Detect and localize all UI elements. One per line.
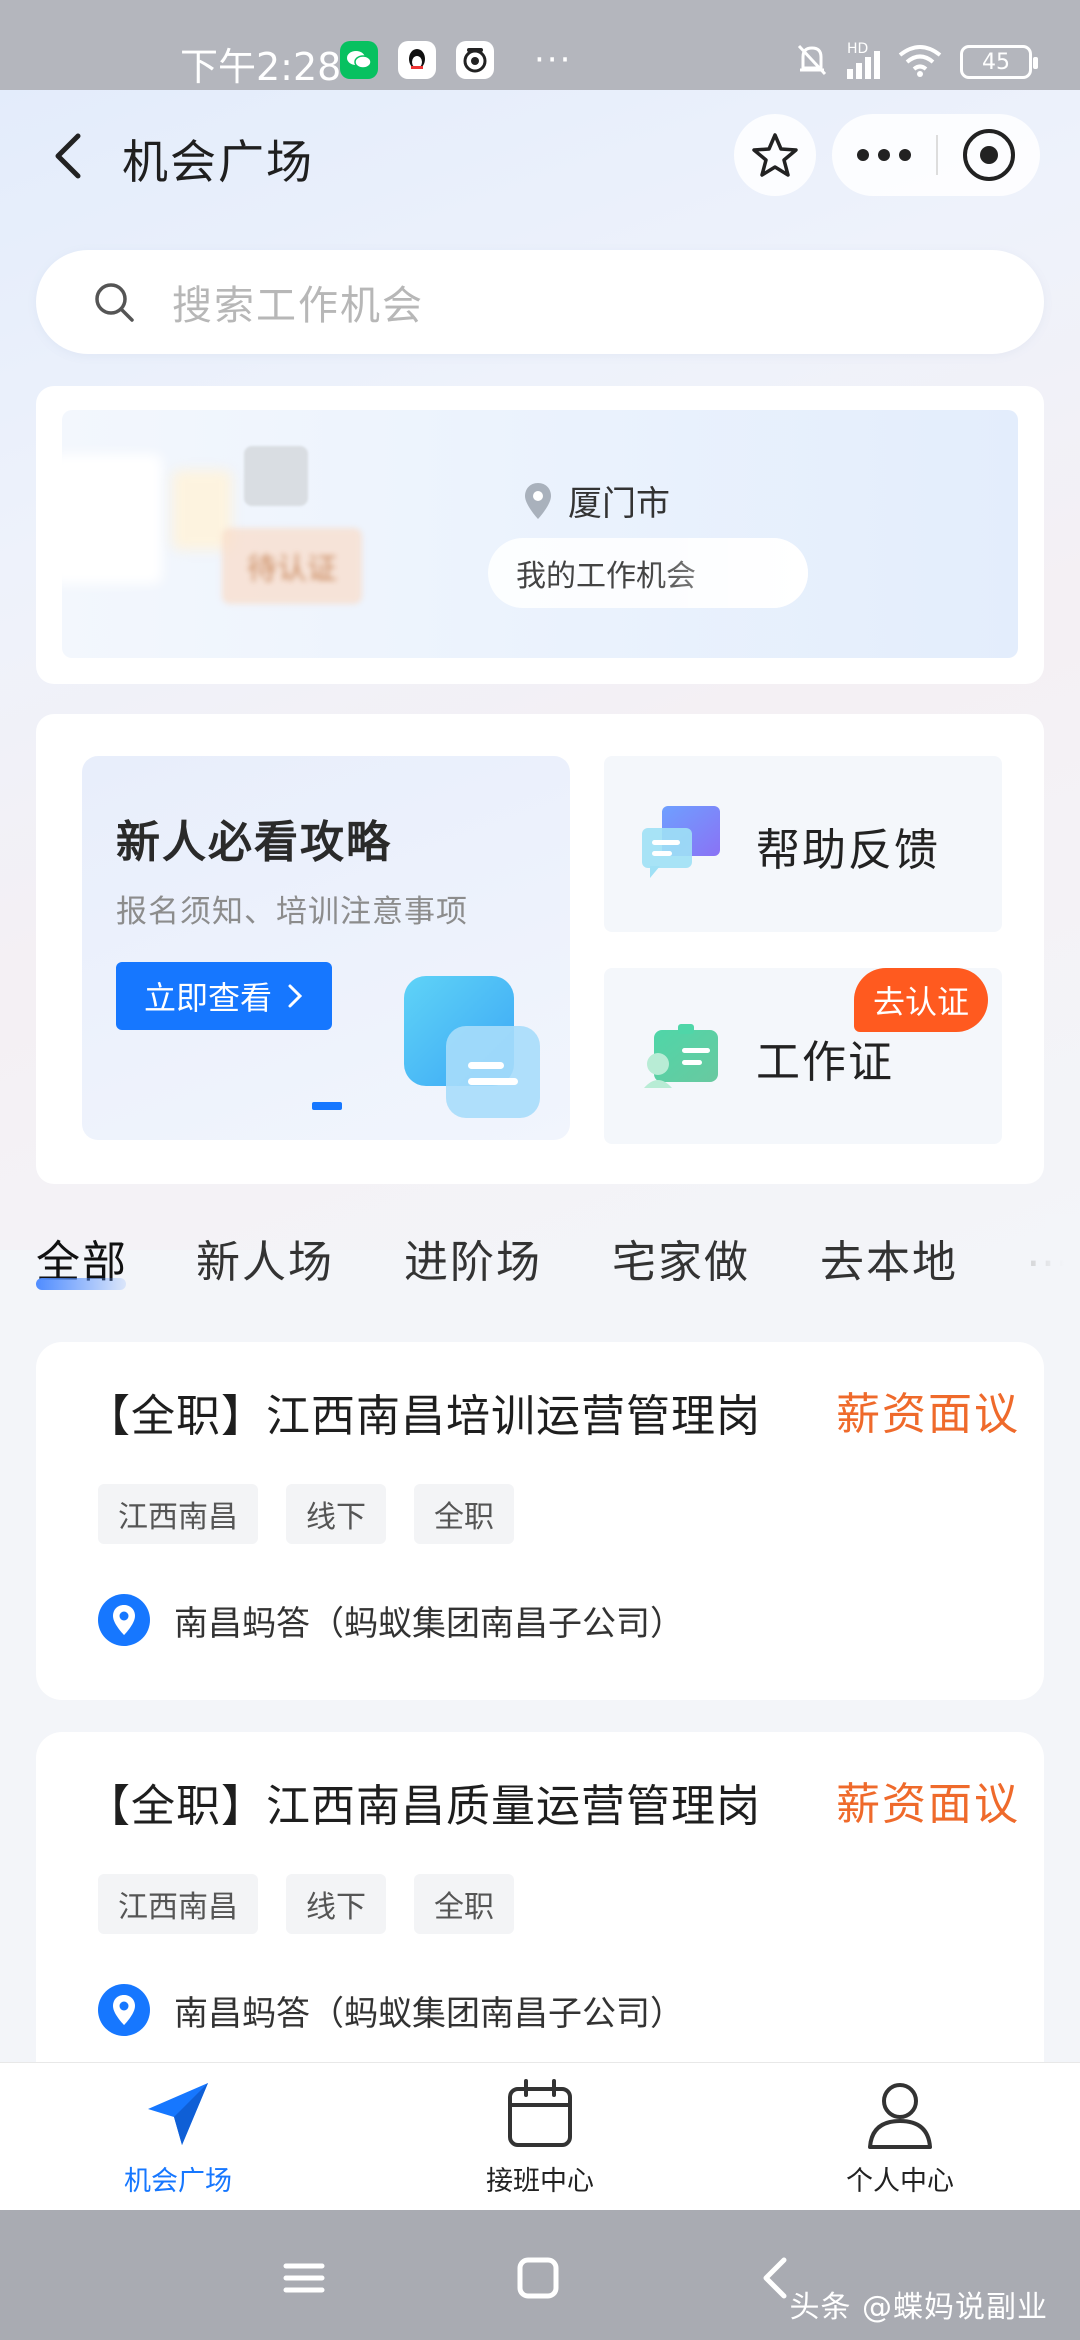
job-tag: 线下 (286, 1874, 386, 1934)
square-icon (517, 2257, 559, 2299)
network-type: HD (847, 41, 869, 57)
job-tag: 江西南昌 (98, 1874, 258, 1934)
profile-banner: 待认证 厦门市 我的工作机会 (52, 410, 1018, 658)
profile-card: 待认证 厦门市 我的工作机会 (36, 386, 1044, 684)
job-salary: 薪资面议 (836, 1779, 1020, 1830)
location-icon (98, 1984, 150, 2036)
job-tags: 江西南昌 线下 全职 (98, 1484, 514, 1544)
help-feedback-card[interactable]: 帮助反馈 (604, 756, 1002, 932)
more-dots-icon (857, 149, 911, 161)
work-cert-label: 工作证 (756, 1037, 894, 1088)
job-tags: 江西南昌 线下 全职 (98, 1874, 514, 1934)
qq-icon (398, 41, 436, 79)
person-icon (868, 2083, 932, 2149)
view-now-label: 立即查看 (143, 979, 272, 1017)
recent-apps-button[interactable] (274, 2248, 334, 2308)
app-icon (456, 41, 494, 79)
job-company: 南昌蚂答（蚂蚁集团南昌子公司） (98, 1594, 684, 1646)
status-time: 下午2:28 (180, 45, 342, 89)
chat-illustration-icon (404, 976, 540, 1118)
tabbar-shift-center[interactable]: 接班中心 (420, 2077, 660, 2198)
target-icon (963, 129, 1015, 181)
category-tabs: 全部 新人场 进阶场 宅家做 去本地 … (0, 1214, 1080, 1304)
tabs-fade (1000, 1214, 1080, 1304)
job-card[interactable]: 【全职】江西南昌培训运营管理岗 薪资面议 江西南昌 线下 全职 南昌蚂答（蚂蚁集… (36, 1342, 1044, 1700)
guide-subtitle: 报名须知、培训注意事项 (116, 894, 468, 930)
battery-indicator: 45 (960, 45, 1038, 79)
job-tag: 全职 (414, 1484, 514, 1544)
guide-title: 新人必看攻略 (116, 817, 392, 868)
more-button[interactable] (832, 148, 936, 162)
calendar-icon (508, 2079, 572, 2147)
tabbar-opportunity-square[interactable]: 机会广场 (58, 2077, 298, 2198)
tabbar-label: 接班中心 (486, 2166, 594, 2197)
id-badge-icon (644, 1024, 718, 1088)
wifi-icon (898, 43, 942, 81)
active-tab-indicator (36, 1278, 126, 1290)
tab-advanced[interactable]: 进阶场 (404, 1226, 542, 1290)
company-name: 南昌蚂答（蚂蚁集团南昌子公司） (174, 1993, 684, 2034)
star-icon (752, 133, 798, 177)
mute-icon (795, 42, 829, 82)
search-placeholder: 搜索工作机会 (172, 283, 424, 329)
my-work-button[interactable]: 我的工作机会 (488, 538, 808, 608)
job-salary: 薪资面议 (836, 1389, 1020, 1440)
tabbar-personal-center[interactable]: 个人中心 (780, 2077, 1020, 2198)
favorite-button[interactable] (734, 114, 816, 196)
system-navigation-bar: 头条 @蝶妈说副业 (0, 2210, 1080, 2340)
paper-plane-icon (148, 2083, 208, 2145)
menu-icon (283, 2263, 325, 2293)
status-indicators: HD 45 (795, 41, 1038, 82)
signal-icon: HD (847, 41, 880, 79)
cert-status-pill[interactable]: 待认证 (222, 528, 362, 604)
tab-local[interactable]: 去本地 (820, 1226, 958, 1290)
company-name: 南昌蚂答（蚂蚁集团南昌子公司） (174, 1603, 684, 1644)
search-input[interactable]: 搜索工作机会 (36, 250, 1044, 354)
back-button[interactable] (40, 120, 100, 190)
job-tag: 江西南昌 (98, 1484, 258, 1544)
location-pin-icon (525, 482, 551, 519)
city-name: 厦门市 (568, 484, 670, 524)
status-more-dots: ··· (534, 40, 573, 80)
go-certify-badge[interactable]: 去认证 (854, 968, 988, 1032)
job-title: 【全职】江西南昌培训运营管理岗 (86, 1391, 761, 1442)
home-button[interactable] (508, 2248, 568, 2308)
navigation-bar: 机会广场 (0, 90, 1080, 220)
tab-home[interactable]: 宅家做 (612, 1226, 750, 1290)
chevron-right-icon (288, 984, 303, 1008)
watermark: 头条 @蝶妈说副业 (789, 2290, 1048, 2325)
photo-blur (244, 446, 308, 506)
feature-entries: 新人必看攻略 报名须知、培训注意事项 立即查看 帮助反馈 工作证 去认证 (36, 714, 1044, 1184)
job-card[interactable]: 【全职】江西南昌质量运营管理岗 薪资面议 江西南昌 线下 全职 南昌蚂答（蚂蚁集… (36, 1732, 1044, 2090)
status-bar: 下午2:28 ··· HD 45 (0, 0, 1080, 90)
newbie-guide-card[interactable]: 新人必看攻略 报名须知、培训注意事项 立即查看 (82, 756, 570, 1140)
miniapp-capsule (832, 114, 1040, 196)
job-company: 南昌蚂答（蚂蚁集团南昌子公司） (98, 1984, 684, 2036)
avatar-blur (52, 454, 162, 584)
wechat-icon (340, 41, 378, 79)
city-selector[interactable]: 厦门市 (522, 476, 670, 525)
job-title: 【全职】江西南昌质量运营管理岗 (86, 1781, 761, 1832)
view-now-button[interactable]: 立即查看 (116, 962, 332, 1030)
feedback-icon (642, 806, 720, 878)
location-icon (98, 1594, 150, 1646)
carousel-indicator (312, 1102, 342, 1110)
job-tag: 线下 (286, 1484, 386, 1544)
work-cert-card[interactable]: 工作证 去认证 (604, 968, 1002, 1144)
search-icon (95, 283, 134, 322)
tabbar-label: 个人中心 (846, 2166, 954, 2197)
tabbar-label: 机会广场 (124, 2166, 232, 2197)
tab-newbie[interactable]: 新人场 (196, 1226, 334, 1290)
page-title: 机会广场 (122, 135, 314, 189)
status-app-icons: ··· (340, 40, 572, 80)
job-tag: 全职 (414, 1874, 514, 1934)
help-feedback-label: 帮助反馈 (756, 825, 940, 876)
close-miniapp-button[interactable] (938, 127, 1040, 183)
bottom-tab-bar: 机会广场 接班中心 个人中心 (0, 2062, 1080, 2210)
